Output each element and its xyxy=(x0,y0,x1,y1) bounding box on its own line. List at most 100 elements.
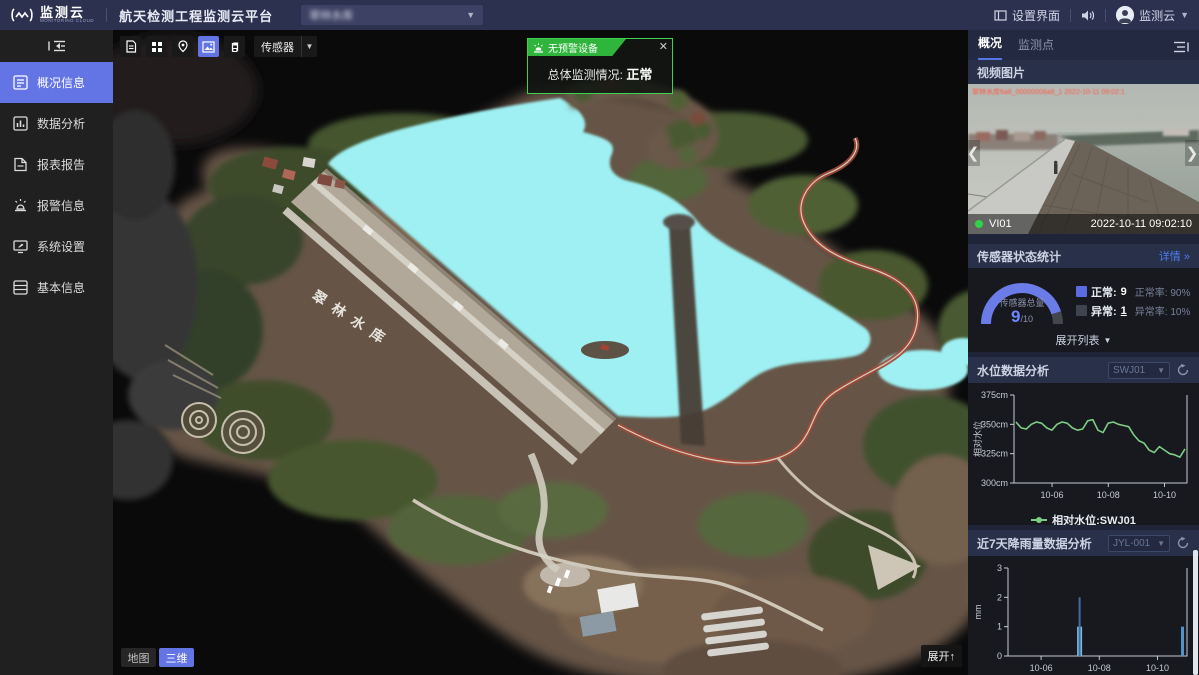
divider xyxy=(1105,9,1106,22)
water-section-header: 水位数据分析 SWJ01 ▼ xyxy=(968,357,1199,383)
tab-monitoring-points[interactable]: 监测点 xyxy=(1018,36,1054,60)
left-sidebar: 概况信息 数据分析 报表报告 xyxy=(0,30,113,675)
view-mode-toggle: 地图 三维 xyxy=(121,648,194,667)
normal-rate-label: 正常率: xyxy=(1135,288,1168,299)
grid-view-button[interactable] xyxy=(146,36,167,57)
collapse-menu-icon xyxy=(48,40,66,52)
rain-sensor-select[interactable]: JYL-001 ▼ xyxy=(1108,535,1170,552)
refresh-icon[interactable] xyxy=(1176,363,1190,377)
camera-online-dot xyxy=(975,220,983,228)
svg-text:10-06: 10-06 xyxy=(1030,663,1053,673)
map-3d-scene[interactable]: 翠林水库 xyxy=(113,30,968,675)
svg-text:350cm: 350cm xyxy=(981,419,1008,429)
sensor-detail-link[interactable]: 详情 » xyxy=(1159,248,1190,264)
map-pin-button[interactable] xyxy=(172,36,193,57)
logo-icon xyxy=(10,6,34,24)
video-still-image xyxy=(968,84,1199,234)
video-section-header: 视频图片 xyxy=(968,60,1199,84)
sensor-dropdown-button[interactable]: 传感器 ▼ xyxy=(254,36,317,57)
svg-text:1: 1 xyxy=(997,622,1002,632)
map-3d-viewport[interactable]: 翠林水库 xyxy=(113,30,968,675)
user-menu[interactable]: 监测云 ▼ xyxy=(1116,6,1189,24)
water-section-title: 水位数据分析 xyxy=(977,362,1049,379)
map-mode-button[interactable]: 地图 xyxy=(121,648,156,667)
basic-info-icon xyxy=(13,280,28,295)
normal-swatch xyxy=(1076,286,1087,297)
svg-text:10-06: 10-06 xyxy=(1041,490,1064,500)
refresh-icon[interactable] xyxy=(1176,536,1190,550)
image-icon xyxy=(202,41,215,53)
chevron-down-icon: ▼ xyxy=(1157,366,1165,375)
expand-sensor-list-button[interactable]: 展开列表 ▼ xyxy=(968,330,1199,350)
video-info-bar: VI01 2022-10-11 09:02:10 xyxy=(968,214,1199,234)
svg-text:375cm: 375cm xyxy=(981,390,1008,400)
report-icon xyxy=(13,157,28,172)
svg-text:10-10: 10-10 xyxy=(1146,663,1169,673)
grid-icon xyxy=(151,41,163,53)
video-section-title: 视频图片 xyxy=(977,64,1025,81)
expand-button[interactable]: 展开↑ xyxy=(921,645,963,667)
sound-button[interactable] xyxy=(1081,9,1095,22)
divider xyxy=(106,8,107,22)
sidebar-item-overview[interactable]: 概况信息 xyxy=(0,62,113,103)
app-root: 监测云 MONITORING CLOUD 航天检测工程监测云平台 翠林水库 ▼ … xyxy=(0,0,1199,675)
sidebar-item-data-analysis[interactable]: 数据分析 xyxy=(0,103,113,144)
chevron-down-icon: ▼ xyxy=(1157,539,1165,548)
bar-chart-icon xyxy=(13,116,28,131)
sidebar-item-basic-info[interactable]: 基本信息 xyxy=(0,267,113,308)
image-view-button[interactable] xyxy=(198,36,219,57)
svg-text:2: 2 xyxy=(997,592,1002,602)
chevron-down-icon: ▼ xyxy=(466,10,475,20)
sensor-stats-block: 传感器总量 9/10 正常: 9 正常率: 90% xyxy=(968,268,1199,352)
tab-overview[interactable]: 概况 xyxy=(978,34,1002,60)
settings-ui-button[interactable]: 设置界面 xyxy=(994,7,1060,24)
alarm-siren-icon xyxy=(533,43,544,53)
svg-text:0: 0 xyxy=(997,651,1002,661)
normal-count: 9 xyxy=(1121,286,1127,298)
video-thumbnail[interactable]: 翠林水库6a8_00000006a8_1 2022-10-11 09:02:1 … xyxy=(968,84,1199,234)
camera-osd-text: 翠林水库6a8_00000006a8_1 2022-10-11 09:02:1 xyxy=(972,87,1125,97)
water-legend-marker xyxy=(1031,519,1047,521)
rain-section-title: 近7天降雨量数据分析 xyxy=(977,535,1092,552)
three-d-mode-button[interactable]: 三维 xyxy=(159,648,194,667)
panel-scrollbar[interactable] xyxy=(1193,550,1198,675)
alert-tag-label: 无预警设备 xyxy=(548,40,598,55)
svg-text:10-10: 10-10 xyxy=(1153,490,1176,500)
water-sensor-select-value: SWJ01 xyxy=(1113,365,1145,376)
gauge-total-suffix: /10 xyxy=(1020,314,1033,324)
monitoring-alert-popup: 无预警设备 ✕ 总体监测情况: 正常 xyxy=(527,38,673,94)
rain-sensor-select-value: JYL-001 xyxy=(1113,538,1150,549)
abnormal-rate-value: 10% xyxy=(1170,307,1190,318)
logo-subtext: MONITORING CLOUD xyxy=(40,19,94,24)
sensor-section-header: 传感器状态统计 详情 » xyxy=(968,244,1199,268)
normal-rate-value: 90% xyxy=(1170,288,1190,299)
sidebar-item-system-settings[interactable]: 系统设置 xyxy=(0,226,113,267)
svg-text:325cm: 325cm xyxy=(981,449,1008,459)
alert-body-label: 总体监测情况: xyxy=(548,68,623,82)
sidebar-item-label: 报警信息 xyxy=(37,197,85,214)
layers-document-button[interactable] xyxy=(120,36,141,57)
panel-menu-icon[interactable] xyxy=(1173,41,1189,53)
sidebar-item-label: 报表报告 xyxy=(37,156,85,173)
sidebar-item-reports[interactable]: 报表报告 xyxy=(0,144,113,185)
carousel-next-icon[interactable]: ❯ xyxy=(1185,140,1199,166)
sidebar-item-label: 概况信息 xyxy=(37,74,85,91)
layout-icon xyxy=(994,9,1007,22)
carousel-prev-icon[interactable]: ❮ xyxy=(968,140,980,166)
svg-text:3: 3 xyxy=(997,563,1002,573)
chevron-down-icon[interactable]: ▼ xyxy=(301,36,317,57)
map-toolbar: 传感器 ▼ xyxy=(120,36,317,57)
route-button[interactable] xyxy=(224,36,245,57)
sidebar-item-alarms[interactable]: 报警信息 xyxy=(0,185,113,226)
top-header: 监测云 MONITORING CLOUD 航天检测工程监测云平台 翠林水库 ▼ … xyxy=(0,0,1199,30)
divider xyxy=(1070,9,1071,22)
sensor-button-label: 传感器 xyxy=(254,39,301,55)
close-icon[interactable]: ✕ xyxy=(659,40,668,53)
sidebar-item-label: 数据分析 xyxy=(37,115,85,132)
site-select-dropdown[interactable]: 翠林水库 ▼ xyxy=(301,5,483,25)
water-sensor-select[interactable]: SWJ01 ▼ xyxy=(1108,362,1170,379)
sidebar-collapse-button[interactable] xyxy=(0,30,113,62)
abnormal-swatch xyxy=(1076,305,1087,316)
abnormal-count[interactable]: 1 xyxy=(1121,305,1127,317)
normal-label: 正常: xyxy=(1091,284,1117,300)
